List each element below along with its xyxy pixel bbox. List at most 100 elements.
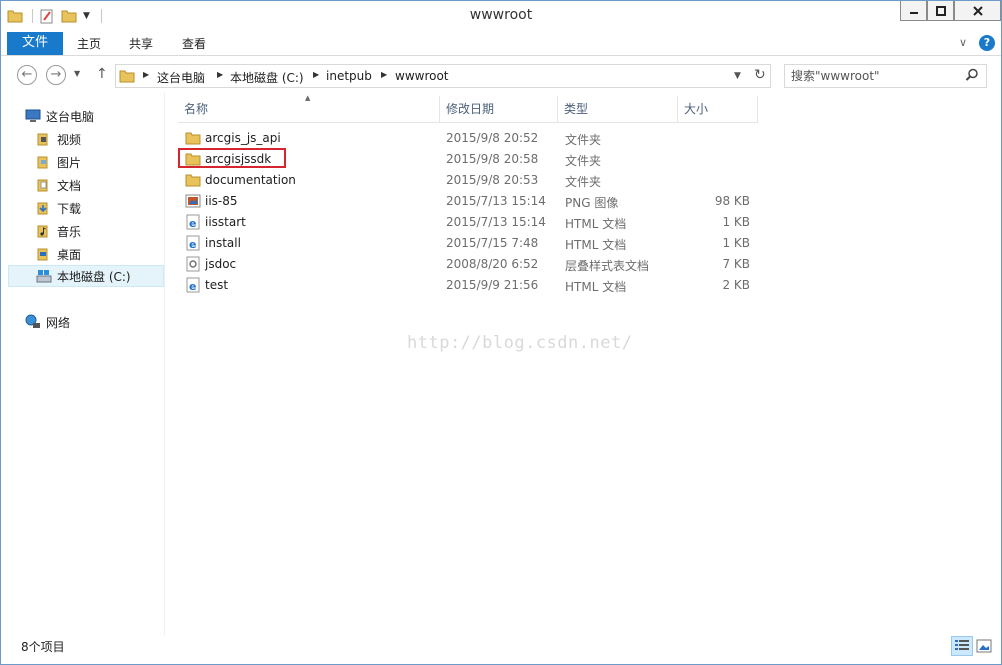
tab-file[interactable]: 文件 [7, 32, 63, 55]
table-row[interactable]: e iisstart 2015/7/13 15:14 HTML 文档 1 KB [178, 212, 758, 233]
column-header-date[interactable]: 修改日期 [440, 96, 558, 122]
close-button[interactable] [954, 1, 1001, 21]
sidebar-item-desktop[interactable]: 桌面 [1, 243, 164, 265]
breadcrumb-arrow-icon[interactable]: ▶ [217, 70, 223, 79]
video-folder-icon [36, 131, 52, 147]
recent-locations-chevron-icon[interactable]: ▼ [74, 69, 80, 78]
column-header-type[interactable]: 类型 [558, 96, 678, 122]
sidebar-item-label: 视频 [57, 132, 82, 147]
table-row[interactable]: e install 2015/7/15 7:48 HTML 文档 1 KB [178, 233, 758, 254]
sidebar-item-label: 网络 [46, 315, 71, 330]
sidebar-item-videos[interactable]: 视频 [1, 128, 164, 150]
file-name: test [205, 278, 229, 292]
back-button[interactable]: ← [17, 65, 37, 85]
file-name: arcgis_js_api [205, 131, 281, 145]
tab-home[interactable]: 主页 [77, 32, 101, 55]
table-row[interactable]: iis-85 2015/7/13 15:14 PNG 图像 98 KB [178, 191, 758, 212]
details-view-icon[interactable] [951, 636, 973, 656]
sidebar-item-network[interactable]: 网络 [1, 311, 164, 333]
table-row[interactable]: arcgis_js_api 2015/9/8 20:52 文件夹 [178, 128, 758, 149]
watermark-text: http://blog.csdn.net/ [407, 333, 633, 353]
breadcrumb-arrow-icon[interactable]: ▶ [313, 70, 319, 79]
address-bar[interactable]: ▶ 这台电脑 ▶ 本地磁盘 (C:) ▶ inetpub ▶ wwwroot ▼… [115, 64, 771, 88]
expand-ribbon-chevron-icon[interactable]: ∨ [959, 36, 967, 49]
file-date: 2015/7/13 15:14 [446, 194, 546, 208]
help-icon[interactable]: ? [979, 35, 995, 51]
sidebar-item-label: 文档 [57, 178, 82, 193]
documents-folder-icon [36, 177, 52, 193]
network-icon [25, 314, 41, 330]
maximize-button[interactable] [927, 1, 954, 21]
file-date: 2008/8/20 6:52 [446, 257, 539, 271]
address-history-chevron-icon[interactable]: ▼ [734, 71, 741, 81]
sidebar-item-music[interactable]: 音乐 [1, 220, 164, 242]
minimize-button[interactable] [900, 1, 927, 21]
sidebar-item-label: 这台电脑 [46, 109, 95, 124]
large-icons-view-icon[interactable] [973, 636, 995, 656]
sidebar-item-documents[interactable]: 文档 [1, 174, 164, 196]
table-row[interactable]: documentation 2015/9/8 20:53 文件夹 [178, 170, 758, 191]
desktop-folder-icon [36, 246, 52, 262]
forward-button[interactable]: → [46, 65, 66, 85]
file-type: PNG 图像 [565, 196, 619, 210]
sidebar-item-downloads[interactable]: 下载 [1, 197, 164, 219]
search-input[interactable] [791, 68, 961, 84]
music-folder-icon [36, 223, 52, 239]
file-type: 文件夹 [565, 175, 602, 189]
refresh-icon[interactable]: ↻ [754, 67, 766, 83]
breadcrumb-arrow-icon[interactable]: ▶ [381, 70, 387, 79]
navigation-bar: ← → ▼ ↑ ▶ 这台电脑 ▶ 本地磁盘 (C:) ▶ inetpub ▶ w… [1, 57, 1001, 93]
file-type: 文件夹 [565, 133, 602, 147]
breadcrumb-inetpub[interactable]: inetpub [326, 69, 372, 83]
sidebar-item-local-disk[interactable]: 本地磁盘 (C:) [8, 265, 164, 287]
sidebar-item-label: 桌面 [57, 247, 82, 262]
breadcrumb-arrow-icon[interactable]: ▶ [143, 70, 149, 79]
file-date: 2015/9/9 21:56 [446, 278, 539, 292]
png-image-icon [185, 193, 201, 209]
search-box[interactable] [784, 64, 987, 88]
svg-text:e: e [189, 280, 196, 293]
window-title: wwwroot [469, 7, 533, 23]
status-bar: 8个项目 [1, 635, 1001, 664]
red-highlight-box [178, 148, 286, 168]
file-date: 2015/9/8 20:52 [446, 131, 539, 145]
css-file-icon [185, 256, 201, 272]
column-header-name[interactable]: 名称 [178, 96, 440, 122]
sidebar-item-label: 下载 [57, 201, 82, 216]
column-header-size[interactable]: 大小 [678, 96, 758, 122]
file-type: 文件夹 [565, 154, 602, 168]
search-icon[interactable] [965, 68, 979, 85]
breadcrumb-this-pc[interactable]: 这台电脑 [157, 69, 205, 86]
up-arrow-icon[interactable]: ↑ [96, 66, 108, 82]
ie-html-icon: e [185, 214, 201, 230]
file-size: 7 KB [722, 257, 750, 271]
sidebar-item-label: 音乐 [57, 224, 82, 239]
file-type: HTML 文档 [565, 280, 627, 294]
sidebar-item-pictures[interactable]: 图片 [1, 151, 164, 173]
folder-icon [185, 130, 201, 146]
table-row[interactable]: jsdoc 2008/8/20 6:52 层叠样式表文档 7 KB [178, 254, 758, 275]
file-date: 2015/7/13 15:14 [446, 215, 546, 229]
ie-html-icon: e [185, 277, 201, 293]
drive-icon [36, 268, 52, 284]
breadcrumb-wwwroot[interactable]: wwwroot [395, 69, 449, 83]
header-divider [178, 122, 758, 123]
file-date: 2015/9/8 20:53 [446, 173, 539, 187]
sidebar-item-this-pc[interactable]: 这台电脑 [1, 105, 164, 127]
file-type: HTML 文档 [565, 238, 627, 252]
tab-view[interactable]: 查看 [182, 32, 206, 55]
downloads-folder-icon [36, 200, 52, 216]
title-bar: ▼ wwwroot [1, 1, 1001, 31]
file-name: documentation [205, 173, 296, 187]
ie-html-icon: e [185, 235, 201, 251]
file-name: jsdoc [205, 257, 237, 271]
explorer-window: ▼ wwwroot 文件 主页 共享 查看 ∨ ? ← → ▼ ↑ ▶ 这台电脑… [0, 0, 1002, 665]
file-type: 层叠样式表文档 [565, 259, 650, 273]
file-name: iisstart [205, 215, 246, 229]
file-size: 98 KB [714, 194, 750, 208]
navigation-pane: 这台电脑 视频 图片 文档 下载 音乐 桌面 本地磁盘 (C:) 网络 [1, 93, 164, 635]
breadcrumb-local-disk[interactable]: 本地磁盘 (C:) [230, 69, 304, 86]
folder-icon [119, 68, 135, 87]
tab-share[interactable]: 共享 [129, 32, 153, 55]
table-row[interactable]: e test 2015/9/9 21:56 HTML 文档 2 KB [178, 275, 758, 296]
